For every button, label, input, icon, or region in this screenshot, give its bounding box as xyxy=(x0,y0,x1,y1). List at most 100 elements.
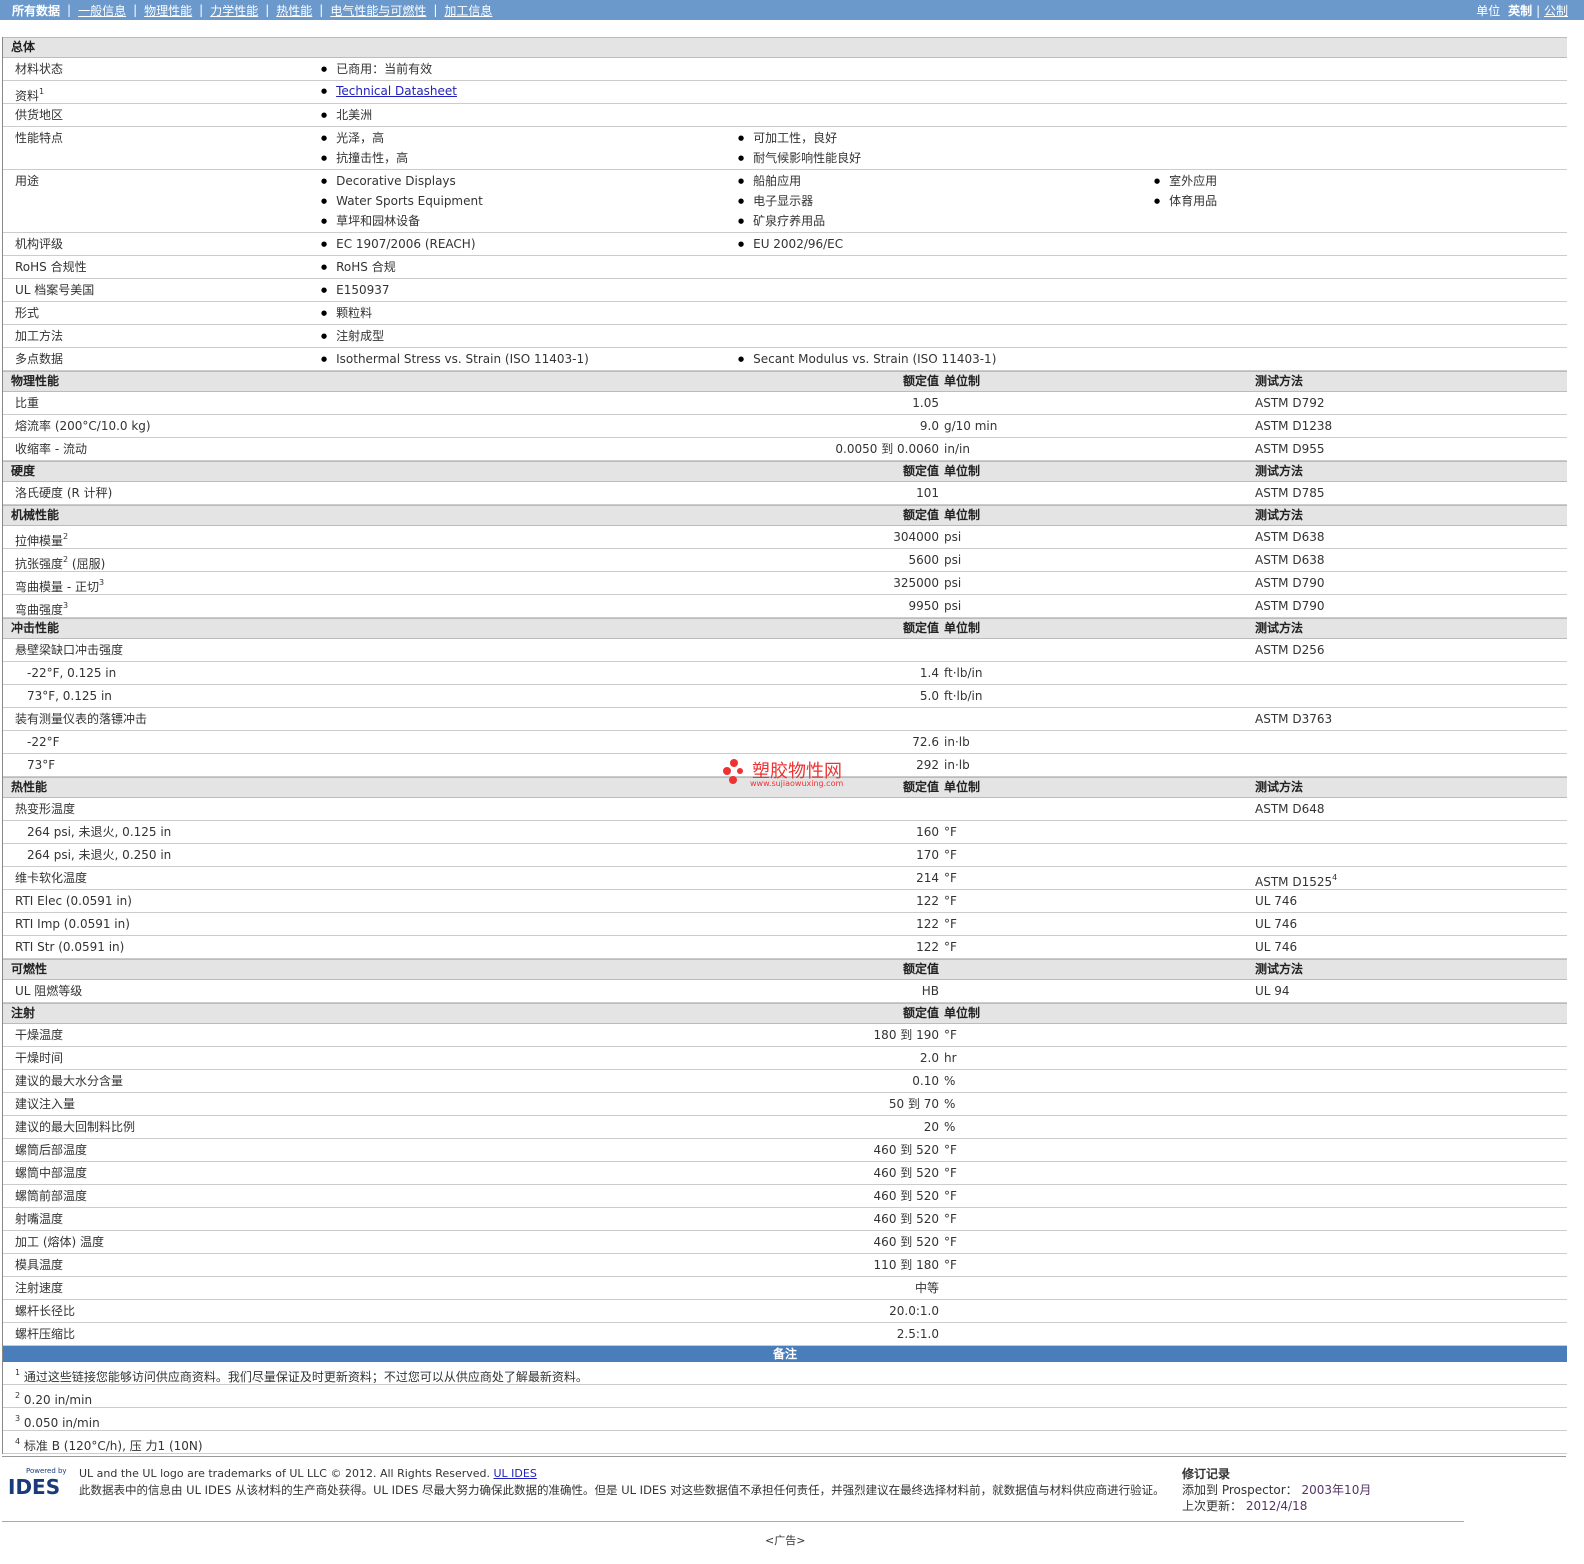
unit-switch: 单位 英制 | 公制 xyxy=(1476,4,1568,18)
ul-ides-link[interactable]: UL IDES xyxy=(494,1467,537,1480)
property-label: 建议的最大水分含量 xyxy=(15,1074,124,1088)
property-label: 维卡软化温度 xyxy=(15,871,88,885)
property-row: 模具温度 110 到 180 °F xyxy=(3,1254,1567,1277)
ad-label: <广告> xyxy=(765,1534,806,1547)
value-column: Technical Datasheet xyxy=(321,81,457,101)
datasheet-link[interactable]: Technical Datasheet xyxy=(336,84,457,98)
value-column: EU 2002/96/EC xyxy=(738,234,843,254)
test-method: ASTM D638 xyxy=(1255,553,1325,567)
property-row: -22°F, 0.125 in 1.4 ft·lb/in xyxy=(3,662,1567,685)
property-value: 304000 xyxy=(893,530,939,544)
property-value: 中等 xyxy=(914,1281,939,1295)
note-item: 3 0.050 in/min xyxy=(3,1408,1567,1431)
property-value: 214 xyxy=(916,871,939,885)
bullet-item: 颗粒料 xyxy=(321,303,372,323)
footnote-ref: 2 xyxy=(63,532,69,541)
property-unit: °F xyxy=(944,825,957,839)
property-row: RTI Elec (0.0591 in) 122 °F UL 746 xyxy=(3,890,1567,913)
bullet-item: Secant Modulus vs. Strain (ISO 11403-1) xyxy=(738,349,996,369)
general-row: 材料状态 已商用：当前有效 xyxy=(3,58,1567,81)
bullet-item: 已商用：当前有效 xyxy=(321,59,432,79)
nav-tab-6[interactable]: 加工信息 xyxy=(444,2,492,19)
general-row: 加工方法 注射成型 xyxy=(3,325,1567,348)
header-value: 额定值 xyxy=(902,962,939,976)
property-value: 160 xyxy=(916,825,939,839)
nav-tab-2[interactable]: 物理性能 xyxy=(144,2,192,19)
unit-metric[interactable]: 公制 xyxy=(1544,4,1568,18)
property-row: RTI Str (0.0591 in) 122 °F UL 746 xyxy=(3,936,1567,959)
test-method: ASTM D1238 xyxy=(1255,419,1333,433)
property-unit: ft·lb/in xyxy=(944,689,983,703)
bullet-item: Decorative Displays xyxy=(321,171,483,191)
nav-tab-1[interactable]: 一般信息 xyxy=(78,2,126,19)
section-header: 机械性能 额定值 单位制 测试方法 xyxy=(3,505,1567,526)
property-value: 0.0050 到 0.0060 xyxy=(835,442,939,456)
property-label: 收缩率 - 流动 xyxy=(15,442,87,456)
property-row: 热变形温度 ASTM D648 xyxy=(3,798,1567,821)
test-method: ASTM D790 xyxy=(1255,599,1325,613)
value-column: Isothermal Stress vs. Strain (ISO 11403-… xyxy=(321,349,589,369)
header-unit: 单位制 xyxy=(944,374,981,388)
property-unit: °F xyxy=(944,1189,957,1203)
nav-tab-4[interactable]: 热性能 xyxy=(276,2,312,19)
section-title: 机械性能 xyxy=(11,508,60,522)
property-row: RTI Imp (0.0591 in) 122 °F UL 746 xyxy=(3,913,1567,936)
property-row: 建议的最大回制料比例 20% xyxy=(3,1116,1567,1139)
property-row: 熔流率 (200°C/10.0 kg) 9.0 g/10 min ASTM D1238 xyxy=(3,415,1567,438)
property-row: 干燥时间 2.0 hr xyxy=(3,1047,1567,1070)
property-unit: g/10 min xyxy=(944,419,998,433)
test-method: ASTM D256 xyxy=(1255,643,1325,657)
updated-label: 上次更新： xyxy=(1182,1499,1243,1513)
section-header: 注射 额定值 单位制 xyxy=(3,1003,1567,1024)
nav-separator: | xyxy=(319,3,324,17)
value-column: 光泽，高抗撞击性，高 xyxy=(321,128,408,168)
watermark-dots-icon xyxy=(723,759,743,784)
bullet-item: EC 1907/2006 (REACH) xyxy=(321,234,475,254)
property-value: 110 到 180 xyxy=(873,1258,939,1272)
note-text: 通过这些链接您能够访问供应商资料。我们尽量保证及时更新资料；不过您可以从供应商处… xyxy=(20,1370,588,1384)
row-label: 机构评级 xyxy=(15,237,64,251)
row-label: 供货地区 xyxy=(15,108,64,122)
property-value: 460 到 520 xyxy=(873,1143,939,1157)
property-label: 螺筒后部温度 xyxy=(15,1143,88,1157)
footnote-ref: 3 xyxy=(63,601,69,610)
nav-tab-0[interactable]: 所有数据 xyxy=(12,2,60,19)
nav-bar: 所有数据 | 一般信息 | 物理性能 | 力学性能 | 热性能 | 电气性能与可燃性 | 加工信息 xyxy=(0,0,1584,20)
bullet-item: 耐气候影响性能良好 xyxy=(738,148,861,168)
nav-tab-5[interactable]: 电气性能与可燃性 xyxy=(330,2,426,19)
row-label: 加工方法 xyxy=(15,329,64,343)
bullet-item: Isothermal Stress vs. Strain (ISO 11403-… xyxy=(321,349,589,369)
property-label: RTI Imp (0.0591 in) xyxy=(15,917,130,931)
property-value: 2.0 xyxy=(919,1051,939,1065)
value-column: 颗粒料 xyxy=(321,303,372,323)
header-method: 测试方法 xyxy=(1255,374,1304,388)
updated-date: 2012/4/18 xyxy=(1245,1499,1308,1513)
bullet-item: Technical Datasheet xyxy=(321,81,457,101)
nav-tab-3[interactable]: 力学性能 xyxy=(210,2,258,19)
property-label: -22°F xyxy=(27,735,60,749)
property-label: 建议注入量 xyxy=(15,1097,76,1111)
property-unit: °F xyxy=(944,1166,957,1180)
test-method: ASTM D638 xyxy=(1255,530,1325,544)
notes-header: 备注 xyxy=(3,1346,1567,1362)
bullet-item: EU 2002/96/EC xyxy=(738,234,843,254)
property-row: 洛氏硬度 (R 计秤) 101 ASTM D785 xyxy=(3,482,1567,505)
property-value: 122 xyxy=(916,917,939,931)
section-header: 冲击性能 额定值 单位制 测试方法 xyxy=(3,618,1567,639)
property-unit: % xyxy=(944,1074,956,1088)
property-label: 73°F xyxy=(27,758,56,772)
unit-imperial[interactable]: 英制 xyxy=(1508,4,1532,18)
header-unit: 单位制 xyxy=(944,464,981,478)
property-label: 加工 (熔体) 温度 xyxy=(15,1235,104,1249)
header-value: 额定值 xyxy=(902,374,939,388)
revision-history: 修订记录 添加到 Prospector： 2003年10月 上次更新： 2012… xyxy=(1182,1466,1371,1514)
property-label: 螺杆压缩比 xyxy=(15,1327,76,1341)
property-row: 弯曲强度3 9950 psi ASTM D790 xyxy=(3,595,1567,618)
property-row: 264 psi, 未退火, 0.250 in 170 °F xyxy=(3,844,1567,867)
property-unit: % xyxy=(944,1097,956,1111)
header-method: 测试方法 xyxy=(1255,962,1304,976)
logo-text: IDES xyxy=(8,1475,61,1499)
test-method: UL 746 xyxy=(1255,917,1298,931)
property-value: 20.0:1.0 xyxy=(889,1304,939,1318)
property-label: RTI Str (0.0591 in) xyxy=(15,940,125,954)
